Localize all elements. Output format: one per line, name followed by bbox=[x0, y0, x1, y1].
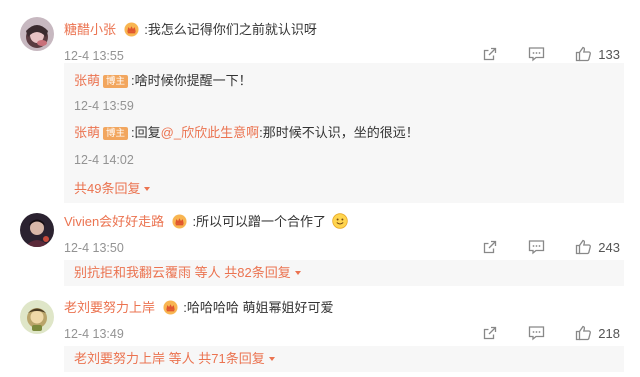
thumbs-up-icon bbox=[576, 325, 592, 341]
comment-button[interactable] bbox=[528, 239, 545, 255]
comment-time: 12-4 13:49 bbox=[64, 327, 124, 341]
avatar[interactable] bbox=[20, 300, 54, 334]
share-icon bbox=[484, 240, 497, 254]
share-icon bbox=[484, 47, 497, 61]
reply-time: 12-4 14:02 bbox=[74, 153, 134, 167]
share-button[interactable] bbox=[482, 239, 498, 255]
username-link[interactable]: 张萌 bbox=[74, 125, 100, 140]
reply-text: :那时候不认识，坐的很远！ bbox=[259, 125, 419, 140]
reply-prefix: :回复 bbox=[131, 125, 161, 140]
comment-actions: 218 bbox=[452, 325, 620, 341]
reply-time: 12-4 13:59 bbox=[74, 99, 134, 113]
comment-icon bbox=[529, 47, 545, 62]
comment-text: :哈哈哈哈 萌姐幂姐好可爱 bbox=[183, 300, 334, 315]
username-link[interactable]: 糖醋小张 bbox=[64, 22, 116, 37]
mention-link[interactable]: @_欣欣此生意啊 bbox=[161, 125, 259, 140]
like-button[interactable]: 218 bbox=[575, 325, 620, 341]
comment-icon bbox=[529, 240, 545, 255]
comment-actions: 243 bbox=[452, 239, 620, 255]
more-replies-label: 共49条回复 bbox=[74, 181, 141, 196]
like-count: 218 bbox=[598, 325, 620, 341]
thumbs-up-icon bbox=[576, 46, 592, 62]
avatar[interactable] bbox=[20, 17, 54, 51]
caret-down-icon bbox=[294, 271, 301, 275]
thumbs-up-icon bbox=[576, 239, 592, 255]
reply-summary-label: 等人 共71条回复 bbox=[165, 351, 265, 366]
crown-badge-icon bbox=[172, 214, 187, 229]
like-button[interactable]: 133 bbox=[575, 46, 620, 62]
like-count: 133 bbox=[598, 46, 620, 62]
avatar[interactable] bbox=[20, 213, 54, 247]
username-link[interactable]: 张萌 bbox=[74, 73, 100, 88]
username-link[interactable]: 别抗拒和我翻云覆雨 bbox=[74, 265, 191, 280]
username-link[interactable]: 老刘要努力上岸 bbox=[64, 300, 155, 315]
crown-badge-icon bbox=[163, 300, 178, 315]
owner-badge: 博主 bbox=[103, 75, 129, 88]
share-button[interactable] bbox=[482, 46, 498, 62]
reply-summary[interactable]: 别抗拒和我翻云覆雨 等人 共82条回复 bbox=[64, 260, 624, 286]
comment-icon bbox=[529, 326, 545, 341]
reply-text: :啥时候你提醒一下！ bbox=[131, 73, 252, 88]
crown-badge-icon bbox=[124, 22, 139, 37]
share-button[interactable] bbox=[482, 325, 498, 341]
reply-summary[interactable]: 老刘要努力上岸 等人 共71条回复 bbox=[64, 346, 624, 372]
reply-list: 张萌 博主:啥时候你提醒一下！ 12-4 13:59 张萌 博主:回复@_欣欣此生意… bbox=[64, 63, 624, 203]
owner-badge: 博主 bbox=[103, 127, 129, 140]
more-replies[interactable]: 共49条回复 bbox=[74, 178, 624, 197]
smile-emoji-icon bbox=[331, 213, 348, 229]
comment-text: :我怎么记得你们之前就认识呀 bbox=[144, 22, 317, 37]
comment-time: 12-4 13:50 bbox=[64, 241, 124, 255]
comment-actions: 133 bbox=[452, 46, 620, 62]
comment-button[interactable] bbox=[528, 325, 545, 341]
comment-text: :所以可以蹭一个合作了 bbox=[192, 214, 327, 229]
reply-summary-label: 等人 共82条回复 bbox=[191, 265, 291, 280]
caret-down-icon bbox=[268, 357, 275, 361]
username-link[interactable]: Vivien会好好走路 bbox=[64, 214, 164, 229]
caret-down-icon bbox=[144, 187, 151, 191]
like-button[interactable]: 243 bbox=[575, 239, 620, 255]
comment-button[interactable] bbox=[528, 46, 545, 62]
username-link[interactable]: 老刘要努力上岸 bbox=[74, 351, 165, 366]
like-count: 243 bbox=[598, 239, 620, 255]
share-icon bbox=[484, 326, 497, 340]
